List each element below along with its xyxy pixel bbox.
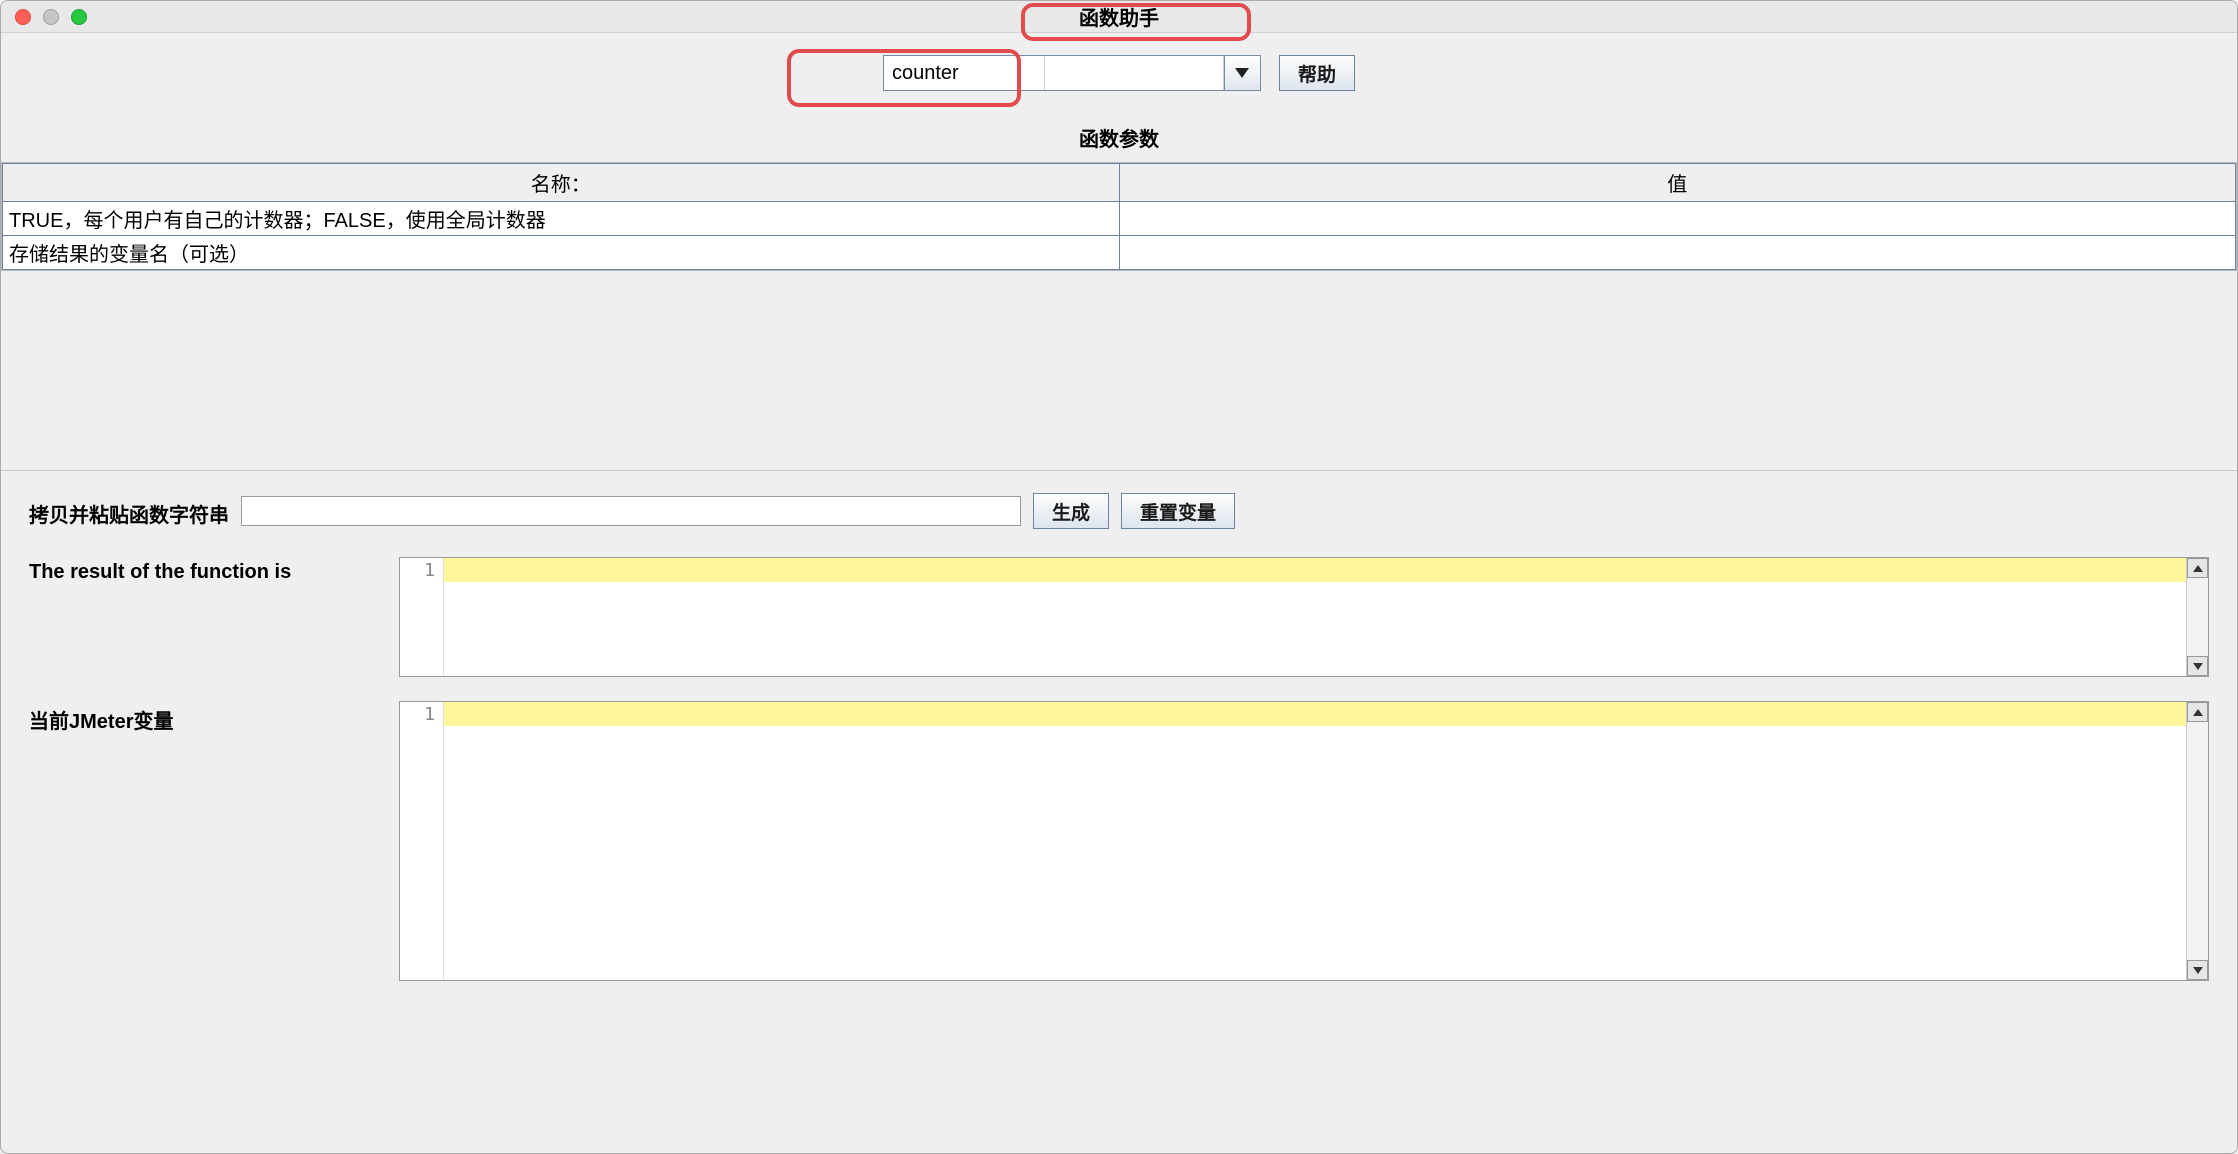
function-string-input[interactable] [241, 496, 1021, 526]
maximize-icon[interactable] [71, 9, 87, 25]
lower-panel: 拷贝并粘贴函数字符串 生成 重置变量 The result of the fun… [1, 471, 2237, 1027]
scroll-up-icon[interactable] [2187, 558, 2208, 578]
scroll-down-icon[interactable] [2187, 656, 2208, 676]
result-textarea[interactable]: 1 [399, 557, 2209, 677]
help-button[interactable]: 帮助 [1279, 55, 1355, 91]
function-combobox[interactable]: counter [883, 55, 1261, 91]
vars-label: 当前JMeter变量 [29, 701, 389, 734]
line-number: 1 [424, 704, 435, 725]
scrollbar[interactable] [2186, 558, 2208, 676]
chevron-down-icon [1235, 68, 1249, 78]
result-gutter: 1 [400, 558, 444, 676]
line-number: 1 [424, 560, 435, 581]
window-controls [15, 9, 87, 25]
vars-body[interactable] [444, 702, 2186, 980]
minimize-icon[interactable] [43, 9, 59, 25]
vars-row: 当前JMeter变量 1 [29, 701, 2209, 981]
window-title: 函数助手 [1079, 2, 1159, 31]
result-label: The result of the function is [29, 557, 389, 584]
param-name-cell: 存储结果的变量名（可选） [3, 236, 1120, 270]
spacer [1, 271, 2237, 471]
close-icon[interactable] [15, 9, 31, 25]
param-name-cell: TRUE，每个用户有自己的计数器；FALSE，使用全局计数器 [3, 202, 1120, 236]
generate-button[interactable]: 生成 [1033, 493, 1109, 529]
function-combobox-spacer [1044, 56, 1224, 90]
copy-paste-row: 拷贝并粘贴函数字符串 生成 重置变量 [29, 493, 2209, 529]
params-section-title: 函数参数 [1, 113, 2237, 162]
combobox-arrow-button[interactable] [1224, 56, 1260, 90]
table-row[interactable]: TRUE，每个用户有自己的计数器；FALSE，使用全局计数器 [3, 202, 2236, 236]
table-header-row: 名称： 值 [3, 164, 2236, 202]
result-row: The result of the function is 1 [29, 557, 2209, 677]
titlebar: 函数助手 [1, 1, 2237, 33]
result-body[interactable] [444, 558, 2186, 676]
scroll-down-icon[interactable] [2187, 960, 2208, 980]
result-line [444, 558, 2186, 582]
vars-textarea[interactable]: 1 [399, 701, 2209, 981]
param-value-cell[interactable] [1119, 236, 2236, 270]
params-table-wrap: 名称： 值 TRUE，每个用户有自己的计数器；FALSE，使用全局计数器 存储结… [1, 162, 2237, 271]
function-select-row: counter 帮助 [1, 33, 2237, 113]
table-row[interactable]: 存储结果的变量名（可选） [3, 236, 2236, 270]
vars-gutter: 1 [400, 702, 444, 980]
vars-line [444, 702, 2186, 726]
col-name: 名称： [3, 164, 1120, 202]
scroll-up-icon[interactable] [2187, 702, 2208, 722]
col-value: 值 [1119, 164, 2236, 202]
function-combobox-value: counter [884, 56, 1044, 90]
copy-paste-label: 拷贝并粘贴函数字符串 [29, 495, 229, 528]
function-helper-window: 函数助手 counter 帮助 函数参数 名称： 值 [0, 0, 2238, 1154]
reset-vars-button[interactable]: 重置变量 [1121, 493, 1235, 529]
scrollbar[interactable] [2186, 702, 2208, 980]
params-table: 名称： 值 TRUE，每个用户有自己的计数器；FALSE，使用全局计数器 存储结… [2, 163, 2236, 270]
param-value-cell[interactable] [1119, 202, 2236, 236]
